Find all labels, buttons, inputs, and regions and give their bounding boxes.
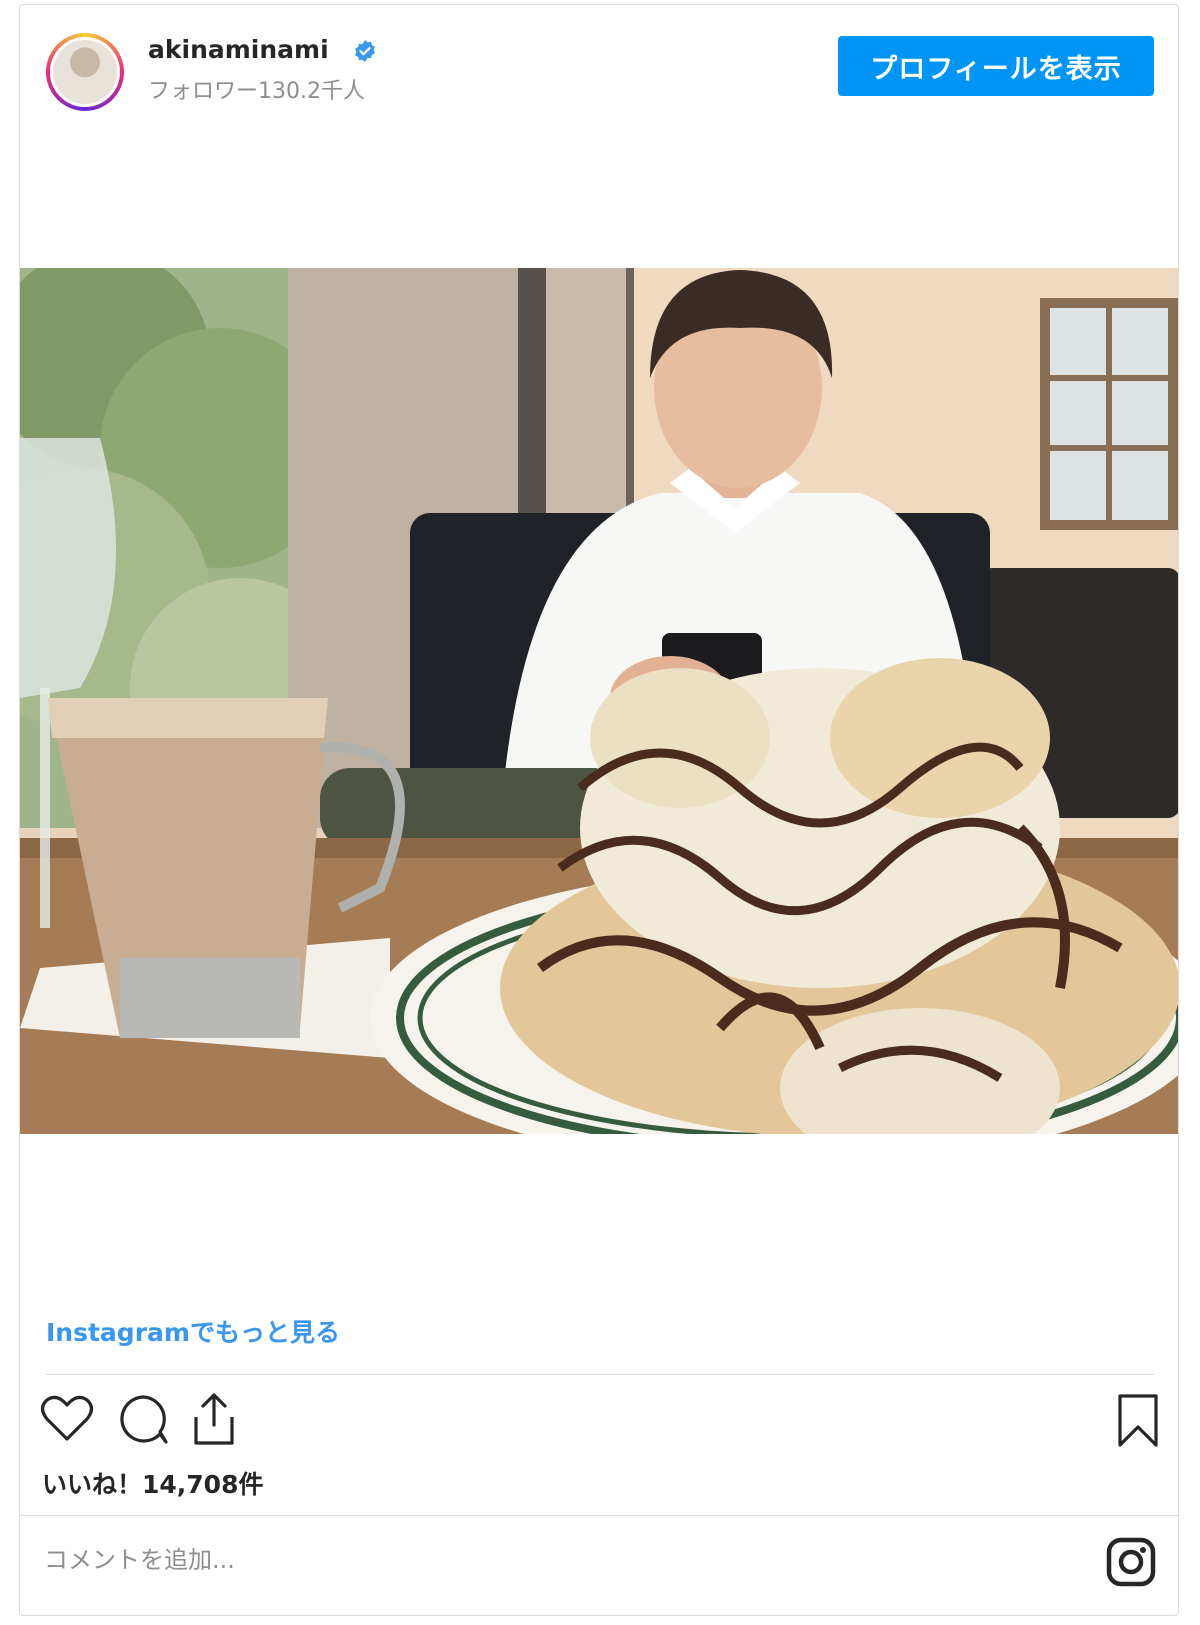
bookmark-icon[interactable] (1116, 1393, 1160, 1449)
post-header: akinaminami フォロワー130.2千人 プロフィールを表示 (20, 5, 1178, 115)
view-more-on-instagram-link[interactable]: Instagramでもっと見る (46, 1313, 340, 1349)
follower-count: フォロワー130.2千人 (148, 79, 365, 104)
instagram-embed-card: akinaminami フォロワー130.2千人 プロフィールを表示 Insta… (19, 4, 1179, 1616)
view-profile-button[interactable]: プロフィールを表示 (838, 36, 1154, 96)
photo-illustration (20, 268, 1178, 1134)
divider (20, 1515, 1178, 1516)
avatar-image (50, 37, 120, 107)
instagram-logo-icon[interactable] (1106, 1537, 1156, 1587)
avatar[interactable] (46, 33, 124, 111)
heart-icon[interactable] (40, 1395, 94, 1443)
divider (46, 1374, 1154, 1375)
comment-input[interactable] (42, 1539, 1026, 1581)
like-count[interactable]: いいね！14,708件 (42, 1465, 263, 1501)
share-icon[interactable] (188, 1391, 240, 1447)
post-photo[interactable] (20, 268, 1178, 1134)
verified-badge-icon (355, 40, 375, 62)
comment-icon[interactable] (116, 1393, 170, 1447)
username[interactable]: akinaminami (148, 35, 329, 64)
